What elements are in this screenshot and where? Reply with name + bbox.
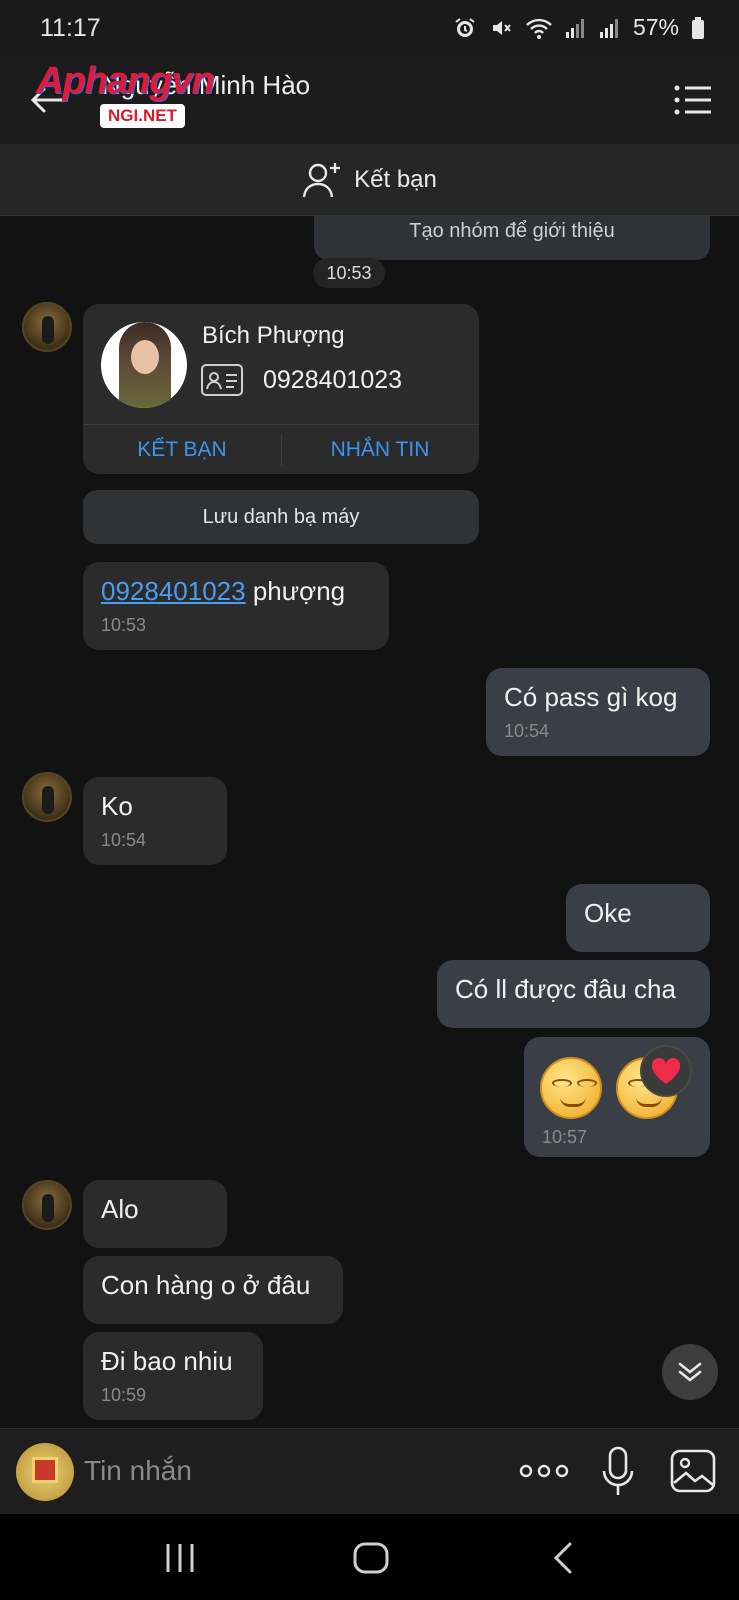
contact-card[interactable]: Bích Phượng 0928401023 KẾT BẠN NHẮN TIN <box>83 304 479 474</box>
add-friend-bar[interactable]: Kết bạn <box>0 144 739 216</box>
heart-reaction-icon[interactable] <box>640 1045 692 1097</box>
message-bubble-in[interactable]: 0928401023 phượng 10:53 <box>83 562 389 650</box>
phone-link[interactable]: 0928401023 <box>101 576 246 606</box>
message-bubble-out[interactable]: Có ll được đâu cha <box>437 960 710 1028</box>
wifi-icon <box>526 18 552 39</box>
message-input-bar <box>0 1428 739 1514</box>
message-text: phượng <box>245 576 346 606</box>
message-input[interactable] <box>84 1449 484 1493</box>
add-friend-icon <box>302 162 341 197</box>
signal-icon <box>565 18 584 38</box>
back-icon[interactable] <box>542 1536 586 1580</box>
recent-apps-icon[interactable] <box>158 1536 202 1580</box>
add-friend-label: Kết bạn <box>354 165 437 193</box>
contact-card-phone: 0928401023 <box>263 366 403 394</box>
battery-percent: 57% <box>632 14 679 40</box>
message-time: 10:54 <box>101 830 147 850</box>
message-bubble-in[interactable]: Đi bao nhiu 10:59 <box>83 1332 263 1420</box>
status-icons: 57% <box>453 14 705 41</box>
contact-card-photo <box>101 322 187 408</box>
signal-icon <box>599 18 618 38</box>
chat-header: Nguyễn Minh Hào Aphangvn NGI.NET <box>0 56 739 144</box>
message-text: Có pass gì kog <box>504 682 678 712</box>
status-bar: 11:17 57% <box>0 0 739 56</box>
card-add-friend-button[interactable]: KẾT BẠN <box>83 438 281 462</box>
message-time: 10:57 <box>542 1127 588 1147</box>
card-divider <box>83 424 479 425</box>
emoji-message-bubble[interactable]: 10:57 <box>524 1037 710 1157</box>
scroll-down-button[interactable] <box>662 1344 718 1400</box>
sender-avatar[interactable] <box>22 1180 72 1230</box>
message-text: Đi bao nhiu <box>101 1346 233 1376</box>
contact-card-name: Bích Phượng <box>202 322 345 349</box>
id-card-icon <box>201 364 243 396</box>
partial-message-bubble[interactable]: Tạo nhóm để giới thiệu <box>314 216 710 260</box>
sticker-icon <box>32 1457 58 1483</box>
menu-list-icon[interactable] <box>673 82 713 118</box>
message-text: Có ll được đâu cha <box>455 974 676 1004</box>
message-bubble-out[interactable]: Có pass gì kog 10:54 <box>486 668 710 756</box>
microphone-icon[interactable] <box>600 1445 636 1499</box>
double-chevron-down-icon <box>678 1362 702 1382</box>
message-bubble-in[interactable]: Con hàng o ở đâu <box>83 1256 343 1324</box>
message-text: Ko <box>101 791 133 821</box>
mute-icon <box>492 20 511 35</box>
watermark-logo: Aphangvn NGI.NET <box>36 60 215 128</box>
message-bubble-in[interactable]: Alo <box>83 1180 227 1248</box>
sender-avatar[interactable] <box>22 772 72 822</box>
more-options-icon[interactable] <box>518 1453 570 1489</box>
message-time: 10:59 <box>101 1385 147 1405</box>
sender-avatar[interactable] <box>22 302 72 352</box>
battery-icon <box>692 16 704 39</box>
message-bubble-out[interactable]: Oke <box>566 884 710 952</box>
chat-messages[interactable]: Tạo nhóm để giới thiệu 10:53 Bích Phượng… <box>0 216 739 1428</box>
alarm-icon <box>455 17 475 37</box>
watermark-text: Aphangvn <box>36 60 215 102</box>
message-text: Oke <box>584 898 632 928</box>
system-nav-bar <box>0 1514 739 1600</box>
status-time: 11:17 <box>40 14 101 42</box>
time-separator: 10:53 <box>313 258 385 288</box>
smile-emoji-icon <box>540 1057 602 1119</box>
message-time: 10:54 <box>504 721 550 741</box>
message-bubble-in[interactable]: Ko 10:54 <box>83 777 227 865</box>
card-message-button[interactable]: NHẮN TIN <box>281 438 479 462</box>
image-icon[interactable] <box>670 1449 716 1493</box>
message-text: Alo <box>101 1194 139 1224</box>
message-time: 10:53 <box>101 615 147 635</box>
sticker-button[interactable] <box>16 1443 74 1501</box>
message-text: Con hàng o ở đâu <box>101 1270 311 1300</box>
watermark-badge: NGI.NET <box>100 104 185 128</box>
home-icon[interactable] <box>349 1536 393 1580</box>
save-contact-button[interactable]: Lưu danh bạ máy <box>83 490 479 544</box>
